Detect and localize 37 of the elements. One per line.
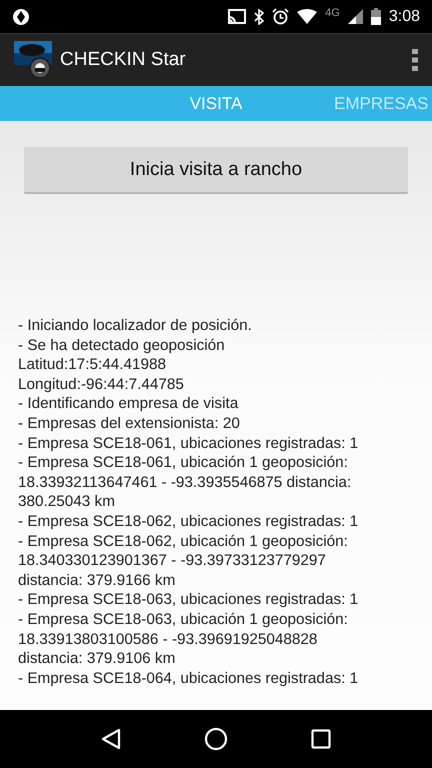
log-line: - Empresa SCE18-063, ubicación 1 geoposición:: [18, 610, 349, 630]
log-line: - Se ha detectado geoposición: [18, 336, 226, 356]
log-line: - Empresa SCE18-061, ubicación 1 geoposición:: [18, 453, 349, 473]
log-line: distancia: 379.9166 km: [18, 570, 176, 590]
wifi-icon: [297, 9, 318, 24]
app-logo-drawing: [14, 41, 54, 79]
log-line: 18.33932113647461 - -93.3935546875 distancia:: [18, 472, 352, 492]
log-line: 380.25043 km: [18, 492, 116, 512]
log-line: - Empresa SCE18-063, ubicaciones registradas: 1: [18, 590, 360, 610]
log-line: - Empresa SCE18-062, ubicaciones registradas: 1: [18, 512, 360, 532]
bluetooth-icon: [254, 8, 264, 24]
log-line: 18.340330123901367 - -93.39733123779297: [18, 551, 327, 571]
log-line: - Empresa SCE18-064, ubicaciones registradas: 1: [18, 668, 360, 688]
log-line: - Empresa SCE18-061, ubicaciones registradas: 1: [18, 434, 360, 454]
status-time: 3:08: [388, 8, 420, 26]
back-icon[interactable]: [101, 728, 122, 750]
network-type: 4G: [325, 7, 340, 19]
tab[interactable]: EMPRESAS: [334, 94, 428, 114]
log-line: - Empresa SCE18-062, ubicación 1 geoposición:: [18, 532, 349, 552]
cast-icon: [228, 9, 246, 24]
log-line: - Empresas del extensionista: 20: [18, 414, 241, 434]
alarm-icon: [272, 8, 290, 25]
log-line: Latitud:17:5:44.41988: [18, 355, 168, 375]
app-title: CHECKIN Star: [60, 49, 187, 71]
signal-icon: [348, 9, 363, 24]
log-line: 18.33913803100586 - -93.39691925048828: [18, 630, 318, 650]
log-line: - Iniciando localizador de posición.: [18, 316, 253, 336]
recents-icon[interactable]: [310, 729, 331, 749]
tab[interactable]: VISITA: [146, 94, 286, 114]
aperture-icon: [12, 8, 30, 26]
start-visit-button[interactable]: Inicia visita a rancho: [24, 147, 408, 194]
log-line: Longitud:-96:44:7.44785: [18, 374, 185, 394]
log-line: distancia: 379.9106 km: [18, 649, 176, 669]
home-icon[interactable]: [204, 727, 228, 751]
battery-icon: [370, 8, 381, 25]
overflow-menu-icon[interactable]: [412, 49, 418, 71]
log-line: - Identificando empresa de visita: [18, 394, 240, 414]
